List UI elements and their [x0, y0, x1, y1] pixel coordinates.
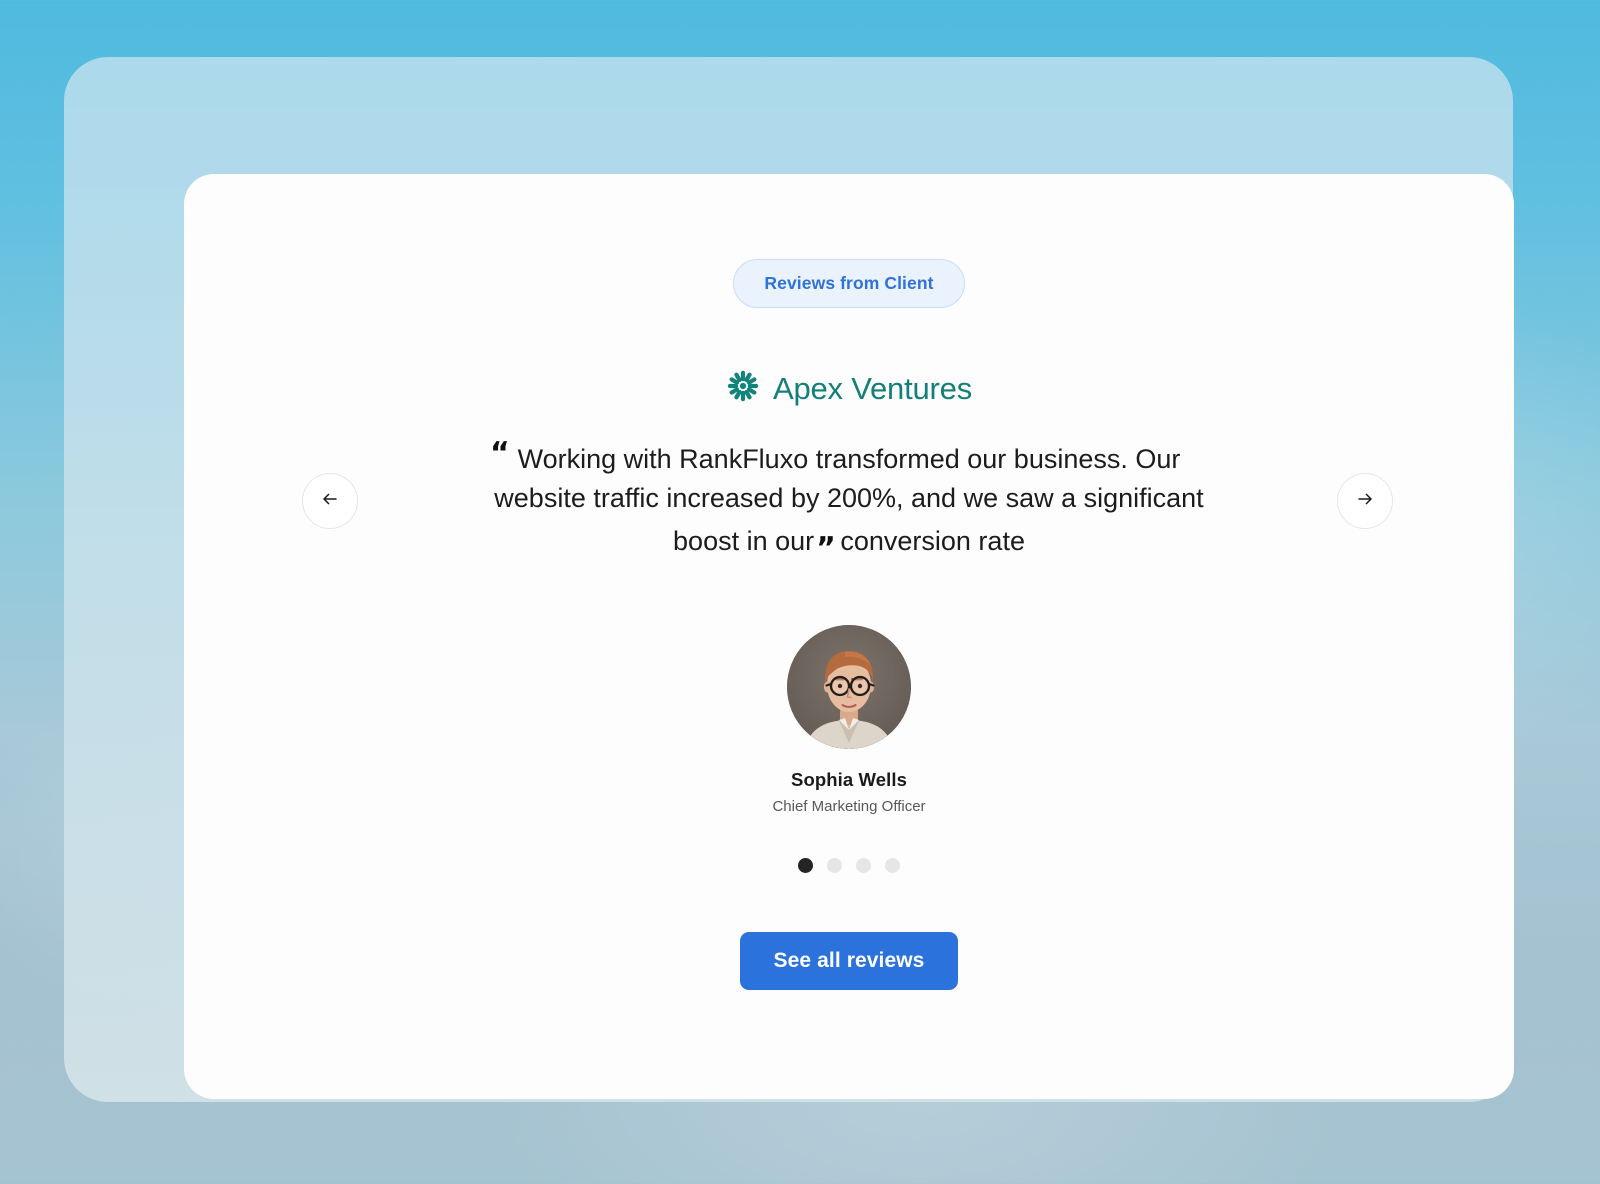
author-role: Chief Marketing Officer: [772, 797, 926, 815]
carousel-dot-2[interactable]: [827, 857, 842, 873]
brand-name: Apex Ventures: [772, 370, 973, 406]
section-badge: Reviews from Client: [733, 259, 965, 308]
starburst-icon: [726, 369, 760, 408]
author-name: Sophia Wells: [791, 768, 907, 790]
carousel-dots: [798, 857, 900, 873]
carousel-dot-1[interactable]: [798, 857, 813, 873]
quote-open-mark: “: [490, 436, 510, 471]
brand-lockup: Apex Ventures: [726, 369, 972, 408]
arrow-right-icon: [1355, 489, 1375, 514]
quote-text: Working with RankFluxo transformed our b…: [490, 440, 1208, 566]
carousel-dot-4[interactable]: [885, 857, 900, 873]
quote-text-tail: conversion rate: [840, 525, 1025, 556]
quote-block: “ Working with RankFluxo transformed our…: [484, 436, 1214, 566]
carousel-slide: “ Working with RankFluxo transformed our…: [184, 436, 1514, 566]
carousel-prev-button[interactable]: [302, 473, 358, 530]
author-block: Sophia Wells Chief Marketing Officer: [772, 624, 926, 815]
carousel-next-button[interactable]: [1337, 473, 1393, 530]
arrow-left-icon: [320, 489, 340, 514]
testimonial-card: Reviews from Client Apex Ventures “ Work…: [184, 174, 1514, 1099]
quote-close-mark: ”: [816, 530, 836, 566]
carousel-dot-3[interactable]: [856, 857, 871, 873]
card-outer-frame: Reviews from Client Apex Ventures “ Work…: [64, 57, 1514, 1102]
see-all-reviews-button[interactable]: See all reviews: [739, 931, 959, 990]
avatar: [787, 624, 911, 749]
